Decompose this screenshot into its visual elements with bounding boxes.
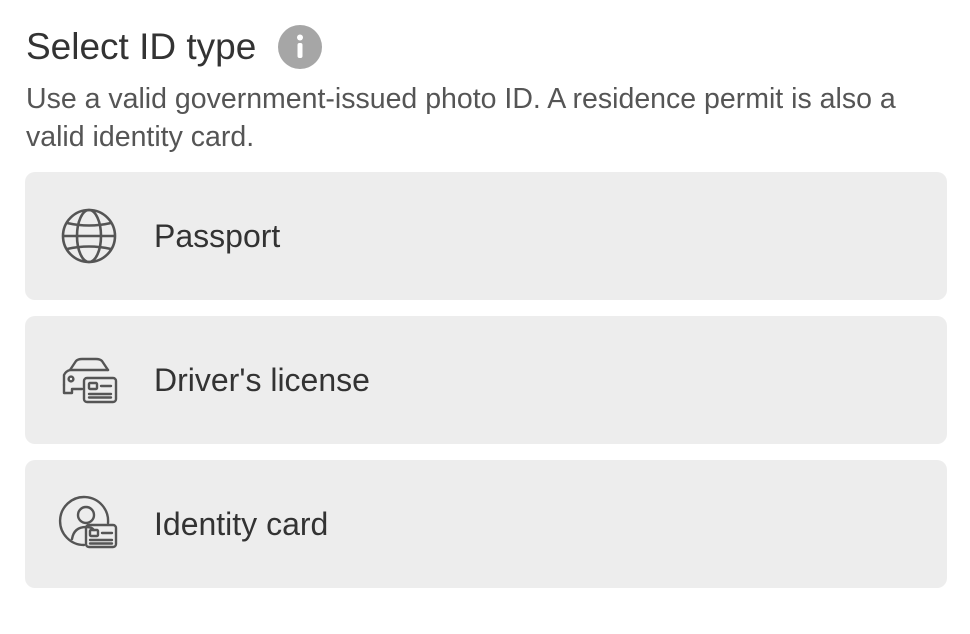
globe-icon xyxy=(57,204,121,268)
person-card-icon xyxy=(57,492,121,556)
option-identity-card[interactable]: Identity card xyxy=(25,460,947,588)
option-drivers-license[interactable]: Driver's license xyxy=(25,316,947,444)
id-type-options: Passport Driver's license Identity card xyxy=(25,172,947,604)
option-label: Driver's license xyxy=(154,361,370,398)
header: Select ID type xyxy=(26,22,323,72)
option-label: Passport xyxy=(154,217,281,254)
page-title: Select ID type xyxy=(26,26,257,67)
page-subtitle: Use a valid government-issued photo ID. … xyxy=(26,83,896,153)
option-passport[interactable]: Passport xyxy=(25,172,947,300)
info-icon[interactable] xyxy=(278,25,323,69)
car-license-icon xyxy=(57,348,121,412)
option-label: Identity card xyxy=(154,505,329,542)
